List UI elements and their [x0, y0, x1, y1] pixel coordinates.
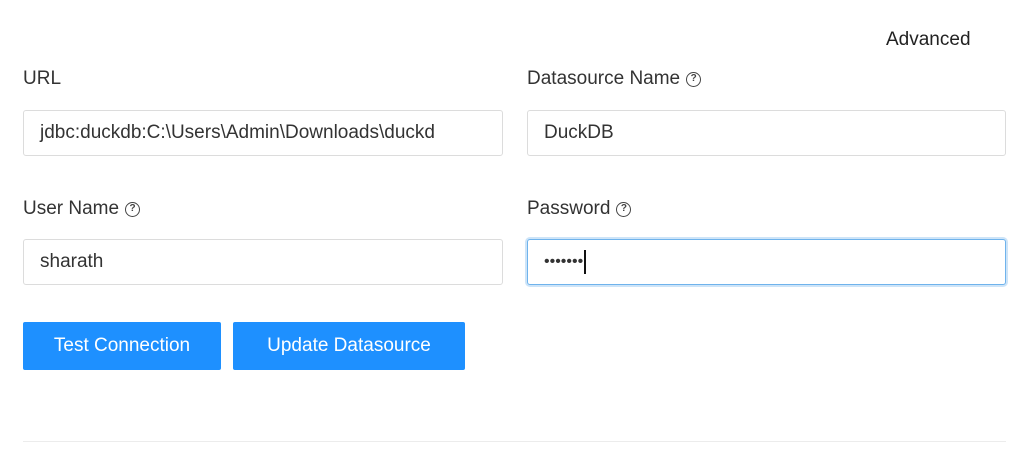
- update-datasource-button[interactable]: Update Datasource: [233, 322, 465, 370]
- user-name-label: User Name ?: [23, 198, 141, 220]
- advanced-link[interactable]: Advanced: [886, 29, 971, 51]
- password-label-text: Password: [527, 198, 611, 219]
- password-input-value: •••••••: [544, 253, 584, 270]
- datasource-name-label-text: Datasource Name: [527, 68, 681, 89]
- test-connection-button[interactable]: Test Connection: [23, 322, 221, 370]
- text-caret: [584, 250, 587, 274]
- url-label: URL: [23, 68, 61, 90]
- password-label: Password ?: [527, 198, 632, 220]
- url-input-value: jdbc:duckdb:C:\Users\Admin\Downloads\duc…: [40, 122, 435, 143]
- url-label-text: URL: [23, 68, 62, 89]
- help-icon[interactable]: ?: [686, 71, 702, 87]
- user-name-label-text: User Name: [23, 198, 120, 219]
- divider: [23, 441, 1006, 442]
- help-icon[interactable]: ?: [125, 201, 141, 217]
- user-name-input[interactable]: sharath: [23, 239, 503, 285]
- user-name-input-value: sharath: [40, 251, 104, 272]
- help-icon[interactable]: ?: [616, 201, 632, 217]
- datasource-name-input[interactable]: DuckDB: [527, 110, 1006, 156]
- datasource-name-label: Datasource Name ?: [527, 68, 702, 90]
- url-input[interactable]: jdbc:duckdb:C:\Users\Admin\Downloads\duc…: [23, 110, 503, 156]
- password-input[interactable]: •••••••: [527, 239, 1006, 285]
- datasource-name-input-value: DuckDB: [544, 122, 614, 143]
